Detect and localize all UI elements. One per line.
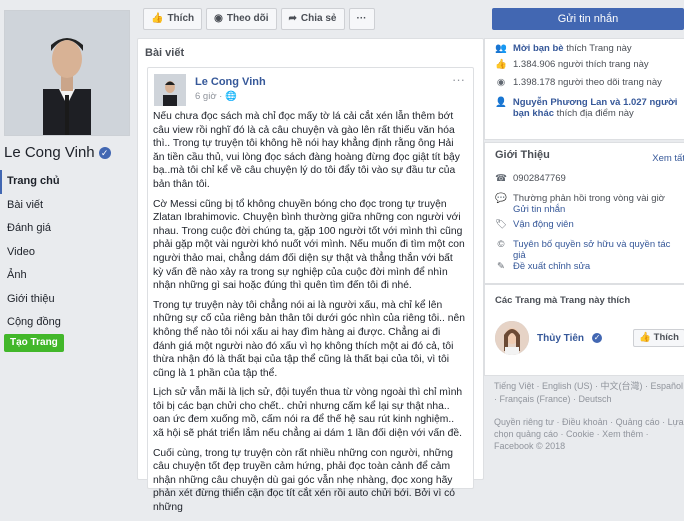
like-icon: 👍	[495, 59, 507, 70]
about-row-text: 0902847769	[513, 173, 566, 184]
nav-item-4[interactable]: Ảnh	[0, 264, 132, 288]
nav-item-2[interactable]: Đánh giá	[0, 217, 132, 241]
about-row-content: Đề xuất chỉnh sửa	[513, 261, 590, 272]
stat-row: 👍 1.384.906 người thích trang này	[495, 59, 679, 70]
nav-item-1[interactable]: Bài viết	[0, 194, 132, 218]
about-row-content: Tuyên bố quyền sở hữu và quyền tác giả	[513, 239, 684, 261]
about-row-link[interactable]: Tuyên bố quyền sở hữu và quyền tác giả	[513, 239, 684, 261]
liked-pages-title: Các Trang mà Trang này thích	[495, 295, 631, 306]
friends-icon: 👤	[495, 97, 507, 108]
liked-page-like-button[interactable]: 👍 Thích	[633, 329, 684, 347]
stat-label: 1.384.906 người thích trang này	[513, 59, 649, 70]
about-row-link[interactable]: Vận động viên	[513, 219, 574, 230]
about-see-all-link[interactable]: Xem tất	[652, 153, 684, 164]
about-row-text: Thường phản hồi trong vòng vài giờ	[513, 193, 665, 204]
about-row-content: 0902847769	[513, 173, 566, 184]
stat-row: 👥 Mời bạn bè thích Trang này	[495, 43, 679, 54]
about-row: ☎ 0902847769	[495, 173, 566, 184]
post-options-button[interactable]: ···	[452, 72, 465, 87]
post-author-name[interactable]: Le Cong Vinh	[195, 76, 266, 88]
liked-page-photo	[495, 321, 529, 355]
post-paragraph: Trong tự truyện này tôi chẳng nói ai là …	[153, 299, 465, 379]
nav-item-5[interactable]: Giới thiệu	[0, 288, 132, 312]
stat-link[interactable]: Mời bạn bè	[513, 43, 564, 54]
phone-icon: ☎	[495, 173, 507, 184]
more-actions-button[interactable]: ···	[348, 8, 375, 30]
stat-text: Nguyễn Phương Lan và 1.027 người bạn khá…	[513, 97, 679, 119]
like-page-button[interactable]: 👍 Thích	[143, 8, 203, 30]
share-icon: ➦	[288, 13, 297, 24]
category-icon: 🏷	[495, 219, 508, 230]
post-avatar-photo	[154, 74, 186, 106]
about-row[interactable]: 💬 Thường phản hồi trong vòng vài giờ Gửi t…	[495, 193, 665, 215]
stat-label: thích Trang này	[563, 43, 632, 54]
post-card: Le Cong Vinh 6 giờ · 🌐 ··· Nếu chưa đọc …	[147, 67, 474, 513]
liked-page-item[interactable]: Thủy Tiên ✓	[495, 321, 603, 355]
about-row[interactable]: © Tuyên bố quyền sở hữu và quyền tác giả	[495, 239, 684, 261]
share-page-button[interactable]: ➦ Chia sẻ	[280, 8, 345, 30]
liked-page-name[interactable]: Thủy Tiên	[537, 333, 584, 344]
profile-name[interactable]: Le Cong Vinh ✓	[4, 144, 111, 161]
stat-text: 1.398.178 người theo dõi trang này	[513, 77, 662, 88]
page-nav: Trang chủ Bài viết Đánh giá Video Ảnh Giới th…	[0, 170, 132, 335]
liked-pages-card: Các Trang mà Trang này thích Thủy Tiên ✓…	[484, 284, 684, 376]
send-message-button[interactable]: Gửi tin nhắn	[492, 8, 684, 30]
about-title: Giới Thiệu	[495, 149, 550, 161]
about-row-link[interactable]: Gửi tin nhắn	[513, 204, 665, 215]
verified-badge-icon: ✓	[98, 146, 111, 159]
profile-photo	[5, 11, 129, 135]
nav-item-6[interactable]: Cộng đồng	[0, 311, 132, 335]
edit-icon: ✎	[497, 261, 505, 272]
post-paragraph: Nếu chưa đọc sách mà chỉ đọc mấy tờ lá c…	[153, 111, 460, 190]
about-row[interactable]: 🏷 Vận động viên	[495, 219, 574, 230]
post-timestamp[interactable]: 6 giờ · 🌐	[195, 91, 237, 102]
post-time-text[interactable]: 6 giờ ·	[195, 91, 222, 102]
invite-friends-icon: 👥	[495, 43, 507, 54]
stat-text: 1.384.906 người thích trang này	[513, 59, 649, 70]
like-page-label: Thích	[167, 13, 195, 24]
profile-avatar[interactable]	[4, 10, 130, 136]
liked-page-like-label: Thích	[653, 332, 679, 343]
nav-item-0[interactable]: Trang chủ	[0, 170, 132, 194]
liked-page-avatar[interactable]	[495, 321, 529, 355]
language-selector[interactable]: Tiếng Việt · English (US) · 中文(台灣) · Esp…	[494, 380, 684, 406]
verified-badge-icon: ✓	[592, 333, 603, 343]
follow-page-label: Theo dõi	[226, 13, 269, 24]
copyright-icon: ©	[497, 239, 505, 250]
post-author-avatar[interactable]	[154, 74, 186, 106]
about-row-link[interactable]: Đề xuất chỉnh sửa	[513, 261, 590, 272]
thumbs-up-icon: 👍	[151, 13, 164, 24]
community-stats: 👥 Mời bạn bè thích Trang này 👍 1.384.906 ng…	[484, 38, 684, 140]
about-card: Giới Thiệu Xem tất ☎ 0902847769 💬 Thường ph…	[484, 142, 684, 284]
follow-icon: ◉	[496, 77, 506, 88]
rss-icon: ◉	[214, 13, 223, 24]
stat-text: Mời bạn bè thích Trang này	[513, 43, 632, 54]
follow-page-button[interactable]: ◉ Theo dõi	[206, 8, 277, 30]
post-paragraph: Cờ Messi cũng bị tổ không chuyền bóng ch…	[153, 198, 465, 292]
message-icon: 💬	[495, 193, 507, 204]
posts-section: Bài viết Le Cong Vinh 6 giờ · 🌐 ··· Nếu …	[137, 38, 484, 513]
post-paragraph: Lịch sử vẫn mãi là lịch sử, đội tuyển th…	[153, 387, 463, 440]
stat-label: thích địa điểm này	[554, 108, 634, 119]
posts-title: Bài viết	[145, 47, 185, 59]
footer-links[interactable]: Quyền riêng tư · Điều khoản · Quảng cáo …	[494, 416, 684, 452]
post-text: Nếu chưa đọc sách mà chỉ đọc mấy tờ lá c…	[153, 110, 465, 521]
about-row-content: Thường phản hồi trong vòng vài giờ Gửi ti…	[513, 193, 665, 215]
about-row-content: Vận động viên	[513, 219, 574, 230]
thumbs-up-icon: 👍	[639, 332, 652, 343]
post-paragraph: Cuối cùng, trong tự truyện còn rất nhiều…	[153, 447, 456, 514]
create-page-button[interactable]: Tạo Trang	[4, 334, 64, 352]
stat-row: 👤 Nguyễn Phương Lan và 1.027 người bạn kh…	[495, 97, 679, 119]
about-row[interactable]: ✎ Đề xuất chỉnh sửa	[495, 261, 590, 272]
nav-item-3[interactable]: Video	[0, 241, 132, 265]
share-page-label: Chia sẻ	[300, 13, 337, 24]
page-action-bar: 👍 Thích ◉ Theo dõi ➦ Chia sẻ ···	[143, 8, 375, 30]
profile-name-text[interactable]: Le Cong Vinh	[4, 144, 95, 161]
globe-icon: 🌐	[225, 91, 237, 102]
stat-row: ◉ 1.398.178 người theo dõi trang này	[495, 77, 679, 88]
stat-label: 1.398.178 người theo dõi trang này	[513, 77, 662, 88]
